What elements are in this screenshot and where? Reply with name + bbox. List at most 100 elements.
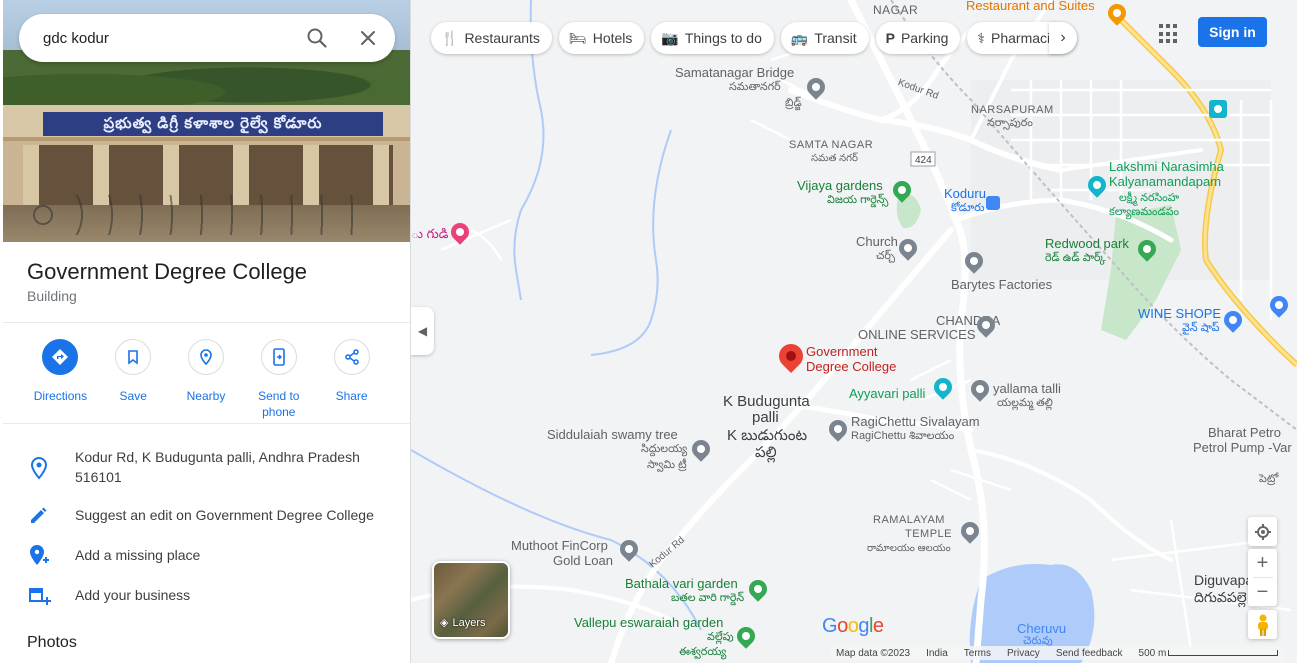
bookmark-icon [128,350,138,365]
road-424-shield: 424 [915,155,932,166]
map-label-siddu[interactable]: Siddulaiah swamy tree [547,427,678,442]
map-label-bharat-1[interactable]: Bharat Petro [1208,425,1281,440]
chip-restaurants[interactable]: 🍴 Restaurants [431,22,552,54]
map-canvas[interactable]: 🍴 Restaurants 🛏 Hotels 📷 Things to do 🚌 Tran… [411,0,1297,663]
map-label-vijaya-gardens-te: విజయ గార్డెన్స్ [827,194,889,206]
map-label-lakshmi-2[interactable]: Kalyanamandapam [1109,174,1221,189]
google-apps-button[interactable] [1159,24,1179,44]
suggest-edit-text: Suggest an edit on Government Degree Col… [75,507,374,523]
map-label-barytes[interactable]: Barytes Factories [951,277,1052,292]
photos-heading: Photos [27,634,77,651]
zoom-in-button[interactable]: + [1248,549,1277,577]
map-label-chandra-2[interactable]: ONLINE SERVICES [858,327,976,342]
map-label-nagar: NAGAR [873,3,919,17]
map-label-bathala[interactable]: Bathala vari garden [625,576,738,591]
map-label-vijaya-gardens[interactable]: Vijaya gardens [797,178,883,193]
map-label-kbud-1: K Budugunta [723,393,810,410]
map-label-gdc-2[interactable]: Degree College [806,359,896,374]
transit-stop-icon[interactable] [1209,100,1227,118]
layers-button[interactable]: ◈ Layers [432,561,510,639]
zoom-control: + − [1248,549,1277,606]
map-label-ragi[interactable]: RagiChettu Sivalayam [851,414,980,429]
map-label-redwood-park-te: రెడ్ ఉడ్ పార్క్ [1045,252,1106,264]
map-label-church-te: చర్చ్ [876,250,896,262]
share-button[interactable]: Share [315,339,388,420]
map-label-samatanagar-bridge-te2: బ్రిడ్జ్ [785,97,802,109]
close-icon[interactable] [356,26,380,50]
bus-icon: 🚌 [790,29,809,46]
map-label-petro-te: పెట్రో [1259,473,1279,485]
map-label-yallama-te: యల్లమ్మ తల్లి [997,397,1053,409]
map-label-bathala-te: బతల వారి గార్డెన్ [671,592,745,604]
train-station-icon[interactable] [986,196,1000,210]
map-label-koduru-te: కోడూరు [951,202,985,214]
place-category[interactable]: Building [27,288,77,304]
directions-button[interactable]: Directions [24,339,97,420]
map-label-gdc-1[interactable]: Government [806,344,878,359]
divider [3,322,410,323]
place-actions: Directions Save Nearby Send to phone Shar… [24,339,388,420]
phone-send-icon [272,348,285,366]
map-label-siddu-te-1: సిద్దులయ్య [641,443,688,455]
search-icon[interactable] [305,26,329,50]
map-label-koduru[interactable]: Koduru [944,186,986,201]
terms-link[interactable]: Terms [964,648,991,659]
map-base-layer [411,0,1297,663]
chip-hotels[interactable]: 🛏 Hotels [558,22,645,54]
sign-in-button[interactable]: Sign in [1198,17,1267,47]
map-label-vallepu-te-2: ఈశ్వరయ్య [679,646,727,658]
map-label-church[interactable]: Church [856,234,898,249]
map-label-muthoot-1[interactable]: Muthoot FinCorp [511,538,608,553]
map-label-yallama[interactable]: yallama talli [993,381,1061,396]
map-label-samatanagar-bridge[interactable]: Samatanagar Bridge [675,65,794,80]
map-label-samatanagar-bridge-te: సమతానగర్ [729,81,781,93]
address-text: Kodur Rd, K Budugunta palli, Andhra Prad… [75,449,360,485]
region-india[interactable]: India [926,648,948,659]
nearby-button[interactable]: Nearby [170,339,243,420]
chip-parking[interactable]: P Parking [875,22,961,54]
collapse-panel-button[interactable]: ◀ [411,307,434,355]
map-label-muthoot-2[interactable]: Gold Loan [553,553,613,568]
pharmacy-icon: ⚕ [977,29,985,46]
save-button[interactable]: Save [97,339,170,420]
map-label-ramalayam-2[interactable]: TEMPLE [905,527,952,542]
chip-things-to-do[interactable]: 📷 Things to do [651,22,774,54]
search-box[interactable] [19,14,395,62]
map-label-samta-nagar-te: సమత నగర్ [811,153,858,164]
zoom-out-button[interactable]: − [1248,578,1277,606]
map-label-diguvapa-te: దిగువపల్లె [1194,589,1247,605]
map-label-diguvapa: Diguvapa [1194,572,1254,588]
chevron-left-icon: ◀ [417,324,428,338]
send-feedback-link[interactable]: Send feedback [1056,648,1123,659]
divider [3,423,410,424]
map-label-lakshmi-1[interactable]: Lakshmi Narasimha [1109,159,1224,174]
scale-bar[interactable]: 500 m [1139,648,1279,659]
privacy-link[interactable]: Privacy [1007,648,1040,659]
map-label-wine-shope-te: వైన్ షాప్ [1182,322,1220,334]
bed-icon: 🛏 [568,29,587,46]
add-business-icon [29,588,51,605]
search-input[interactable] [43,29,293,47]
camera-icon: 📷 [661,29,679,46]
map-label-ayyavari[interactable]: Ayyavari palli [849,386,925,401]
building-sign: ప్రభుత్వ డిగ్రీ కళాశాల రైల్వే కోడూరు [43,112,383,136]
map-label-vallepu[interactable]: Vallepu eswaraiah garden [574,615,723,630]
my-location-button[interactable] [1248,517,1277,546]
street-view-pegman[interactable] [1248,610,1277,639]
map-label-ramalayam-1[interactable]: RAMALAYAM [873,513,945,528]
chip-transit[interactable]: 🚌 Transit [780,22,869,54]
send-to-phone-button[interactable]: Send to phone [242,339,315,420]
fork-knife-icon: 🍴 [441,29,459,46]
map-label-ragi-te: RagiChettu శివాలయం [851,430,955,442]
map-label-restaurant-suites[interactable]: Restaurant and Suites [966,0,1095,13]
map-label-kbud-te-2: పల్లి [755,444,777,461]
map-label-gudi[interactable]: ు గుడి [411,226,448,241]
map-label-wine-shope[interactable]: WINE SHOPE [1138,306,1221,321]
map-footer: Map data ©2023 India Terms Privacy Send … [830,646,1285,660]
directions-icon [52,349,69,365]
map-label-kbud-te-1: K బుడుగుంట [727,427,808,444]
crosshair-icon [1254,523,1271,540]
map-label-bharat-2[interactable]: Petrol Pump -Var [1193,440,1292,455]
map-label-redwood-park[interactable]: Redwood park [1045,236,1129,251]
share-icon [344,349,359,365]
